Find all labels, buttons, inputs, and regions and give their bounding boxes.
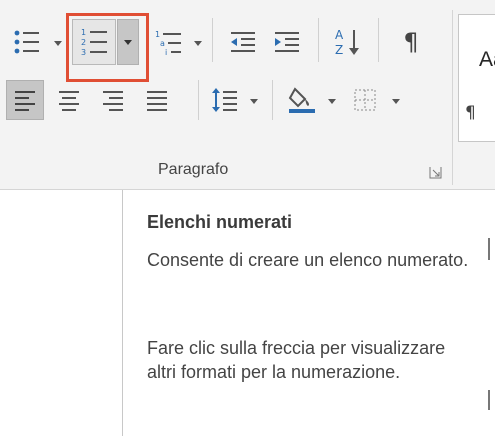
line-spacing-icon (212, 88, 237, 112)
sort-button[interactable]: A Z (328, 20, 368, 64)
separator (272, 80, 273, 120)
show-formatting-marks-button[interactable]: ¶ (392, 22, 430, 62)
sort-az-icon: A Z (335, 28, 359, 57)
decrease-indent-icon (231, 32, 255, 52)
justify-button[interactable] (138, 80, 176, 120)
align-center-icon (59, 91, 79, 111)
svg-text:a: a (160, 39, 165, 48)
document-edge-mark (488, 390, 495, 410)
increase-indent-button[interactable] (268, 22, 306, 62)
decrease-indent-button[interactable] (224, 22, 262, 62)
paint-bucket-icon (288, 87, 315, 113)
separator (378, 18, 379, 62)
numbering-highlight-box (66, 13, 149, 82)
separator (198, 80, 199, 120)
bullets-button[interactable] (8, 22, 46, 62)
svg-text:A: A (335, 28, 344, 42)
separator (318, 18, 319, 62)
multilevel-dropdown-arrow[interactable] (194, 41, 202, 46)
borders-dropdown-arrow[interactable] (392, 99, 400, 104)
align-right-button[interactable] (94, 80, 132, 120)
tooltip-description: Consente di creare un elenco numerato. (147, 250, 469, 270)
multilevel-list-button[interactable]: 1 a i (150, 22, 188, 62)
document-edge-mark (488, 238, 495, 260)
align-left-button[interactable] (6, 80, 44, 120)
shading-dropdown-arrow[interactable] (328, 99, 336, 104)
line-spacing-button[interactable] (206, 80, 244, 120)
separator (212, 18, 213, 62)
align-left-icon (15, 91, 35, 111)
style-pilcrow: ¶ (465, 103, 476, 123)
tooltip-title: Elenchi numerati (147, 212, 293, 232)
paragraph-dialog-launcher[interactable] (429, 166, 442, 179)
line-spacing-dropdown-arrow[interactable] (250, 99, 258, 104)
dialog-launcher-icon (429, 167, 442, 179)
paragraph-group-label: Paragrafo (158, 161, 229, 178)
numbering-tooltip: Elenchi numerati Consente di creare un e… (122, 190, 495, 436)
align-right-icon (103, 91, 123, 111)
increase-indent-icon (275, 32, 299, 52)
group-separator (452, 10, 453, 185)
bullets-icon (14, 30, 39, 54)
styles-gallery[interactable]: Aa ¶ (458, 14, 495, 142)
bullets-dropdown-arrow[interactable] (54, 41, 62, 46)
borders-icon (354, 89, 376, 111)
style-sample-text: Aa (479, 48, 495, 71)
shading-button[interactable] (282, 80, 322, 120)
svg-text:1: 1 (155, 30, 160, 39)
pilcrow-icon: ¶ (403, 28, 419, 56)
svg-text:i: i (165, 48, 167, 55)
svg-text:Z: Z (335, 43, 343, 57)
align-center-button[interactable] (50, 80, 88, 120)
multilevel-list-icon: 1 a i (155, 30, 181, 55)
tooltip-hint: Fare clic sulla freccia per visualizzare… (147, 338, 446, 382)
justify-icon (147, 91, 167, 111)
borders-button[interactable] (346, 80, 384, 120)
